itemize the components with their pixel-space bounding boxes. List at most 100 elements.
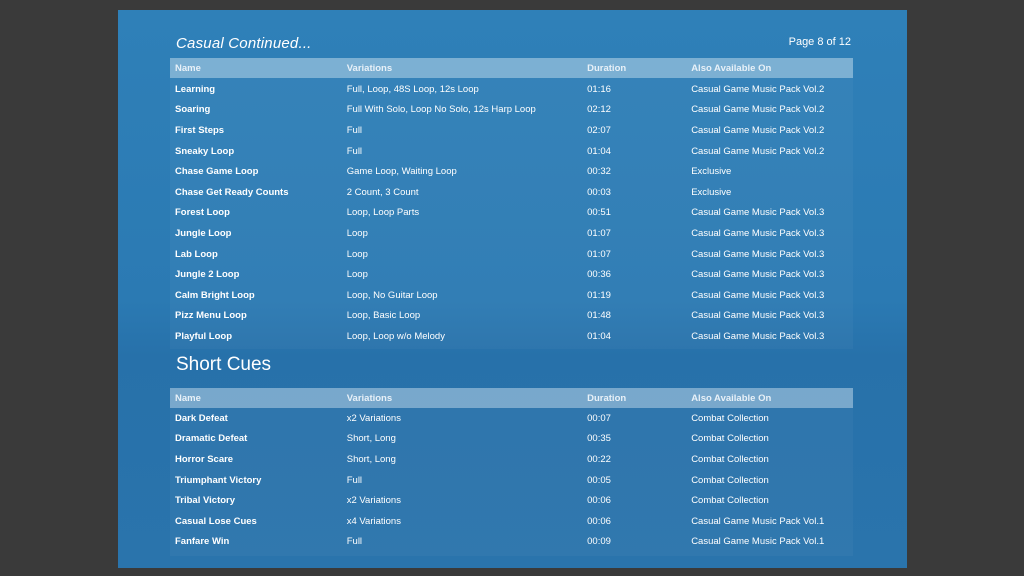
track-available-on: Casual Game Music Pack Vol.2 <box>691 145 825 157</box>
table-row: Forest Loop Loop, Loop Parts 00:51 Casual G… <box>170 203 853 224</box>
table-row: Playful Loop Loop, Loop w/o Melody 01:04 Ca… <box>170 326 853 347</box>
page-indicator: Page 8 of 12 <box>788 36 851 48</box>
table-body: Learning Full, Loop, 48S Loop, 12s Loop 01… <box>170 78 853 349</box>
track-variations: Full <box>346 124 363 136</box>
table-row: Chase Game Loop Game Loop, Waiting Loop 00… <box>170 161 853 182</box>
track-variations: Full, Loop, 48S Loop, 12s Loop <box>346 83 479 95</box>
track-duration: 01:04 <box>587 145 611 157</box>
column-header-name: Name <box>175 62 201 74</box>
track-duration: 02:07 <box>587 124 611 136</box>
track-duration: 01:07 <box>587 227 611 239</box>
track-duration: 00:32 <box>587 166 611 178</box>
track-name: Dark Defeat <box>175 412 228 424</box>
track-variations: 2 Count, 3 Count <box>346 186 419 198</box>
column-header-available: Also Available On <box>691 62 772 74</box>
track-duration: 00:09 <box>587 536 611 548</box>
track-duration: 00:51 <box>587 207 611 219</box>
table-row: Fanfare Win Full 00:09 Casual Game Music Pa… <box>170 532 853 553</box>
short-cues-table: Name Variations Duration Also Available … <box>170 388 853 556</box>
track-name: Tribal Victory <box>175 495 236 507</box>
track-variations: Loop, No Guitar Loop <box>346 289 438 301</box>
track-available-on: Combat Collection <box>691 412 769 424</box>
track-name: Triumphant Victory <box>175 474 262 486</box>
track-duration: 00:05 <box>587 474 611 486</box>
track-available-on: Casual Game Music Pack Vol.2 <box>691 124 825 136</box>
track-duration: 00:35 <box>587 433 611 445</box>
table-header: Name Variations Duration Also Available … <box>170 58 853 78</box>
track-duration: 00:03 <box>587 186 611 198</box>
short-cues-title: Short Cues <box>176 354 272 375</box>
track-name: Pizz Menu Loop <box>175 310 247 322</box>
track-name: Sneaky Loop <box>175 145 235 157</box>
track-available-on: Exclusive <box>691 186 732 198</box>
table-row: Jungle 2 Loop Loop 00:36 Casual Game Music … <box>170 264 853 285</box>
table-row: Learning Full, Loop, 48S Loop, 12s Loop 01… <box>170 79 853 100</box>
track-name: Soaring <box>175 104 211 116</box>
track-available-on: Casual Game Music Pack Vol.2 <box>691 83 825 95</box>
track-duration: 00:06 <box>587 515 611 527</box>
track-duration: 00:07 <box>587 412 611 424</box>
track-duration: 01:16 <box>587 83 611 95</box>
track-name: Fanfare Win <box>175 536 230 548</box>
table-header: Name Variations Duration Also Available … <box>170 388 853 408</box>
track-name: Jungle 2 Loop <box>175 269 240 281</box>
column-header-variations: Variations <box>346 392 393 404</box>
track-name: Casual Lose Cues <box>175 515 257 527</box>
column-header-name: Name <box>175 392 201 404</box>
track-name: Lab Loop <box>175 248 218 260</box>
table-row: Horror Scare Short, Long 00:22 Combat Colle… <box>170 449 853 470</box>
track-name: Learning <box>175 83 216 95</box>
table-row: Sneaky Loop Full 01:04 Casual Game Music Pa… <box>170 141 853 162</box>
track-variations: Loop, Loop Parts <box>346 207 420 219</box>
table-row: Chase Get Ready Counts 2 Count, 3 Count 00… <box>170 182 853 203</box>
track-duration: 01:19 <box>587 289 611 301</box>
casual-table: Name Variations Duration Also Available … <box>170 58 853 349</box>
track-available-on: Combat Collection <box>691 474 769 486</box>
track-variations: Full With Solo, Loop No Solo, 12s Harp L… <box>346 104 536 116</box>
table-row: Tribal Victory x2 Variations 00:06 Combat C… <box>170 490 853 511</box>
track-variations: x4 Variations <box>346 515 401 527</box>
table-row: Dark Defeat x2 Variations 00:07 Combat Coll… <box>170 408 853 429</box>
table-row: Pizz Menu Loop Loop, Basic Loop 01:48 Casua… <box>170 306 853 327</box>
track-duration: 00:06 <box>587 495 611 507</box>
track-name: Jungle Loop <box>175 227 232 239</box>
table-row: First Steps Full 02:07 Casual Game Music Pa… <box>170 120 853 141</box>
track-name: Chase Get Ready Counts <box>175 186 289 198</box>
track-available-on: Casual Game Music Pack Vol.1 <box>691 515 825 527</box>
track-available-on: Casual Game Music Pack Vol.3 <box>691 227 825 239</box>
track-available-on: Exclusive <box>691 166 732 178</box>
track-variations: Short, Long <box>346 433 396 445</box>
track-duration: 01:07 <box>587 248 611 260</box>
column-header-available: Also Available On <box>691 392 772 404</box>
track-name: Dramatic Defeat <box>175 433 248 445</box>
track-duration: 02:12 <box>587 104 611 116</box>
track-variations: Game Loop, Waiting Loop <box>346 166 457 178</box>
track-available-on: Combat Collection <box>691 495 769 507</box>
column-header-variations: Variations <box>346 62 393 74</box>
track-duration: 00:22 <box>587 453 611 465</box>
track-variations: Loop <box>346 248 368 260</box>
track-duration: 00:36 <box>587 269 611 281</box>
table-row: Casual Lose Cues x4 Variations 00:06 Casual… <box>170 511 853 532</box>
track-available-on: Combat Collection <box>691 433 769 445</box>
track-available-on: Casual Game Music Pack Vol.3 <box>691 269 825 281</box>
track-variations: Loop, Loop w/o Melody <box>346 330 445 342</box>
track-available-on: Casual Game Music Pack Vol.2 <box>691 104 825 116</box>
track-available-on: Casual Game Music Pack Vol.3 <box>691 310 825 322</box>
track-variations: Loop <box>346 269 368 281</box>
table-row: Dramatic Defeat Short, Long 00:35 Combat Co… <box>170 429 853 450</box>
track-name: Forest Loop <box>175 207 230 219</box>
track-variations: Full <box>346 145 363 157</box>
table-row: Triumphant Victory Full 00:05 Combat Collec… <box>170 470 853 491</box>
track-variations: Short, Long <box>346 453 396 465</box>
column-header-duration: Duration <box>587 62 627 74</box>
track-name: Chase Game Loop <box>175 166 259 178</box>
track-duration: 01:04 <box>587 330 611 342</box>
track-available-on: Casual Game Music Pack Vol.3 <box>691 248 825 260</box>
track-available-on: Casual Game Music Pack Vol.1 <box>691 536 825 548</box>
track-available-on: Casual Game Music Pack Vol.3 <box>691 330 825 342</box>
table-row: Soaring Full With Solo, Loop No Solo, 12s… <box>170 100 853 121</box>
table-row: Jungle Loop Loop 01:07 Casual Game Music Pa… <box>170 223 853 244</box>
track-variations: Full <box>346 536 363 548</box>
track-available-on: Combat Collection <box>691 453 769 465</box>
